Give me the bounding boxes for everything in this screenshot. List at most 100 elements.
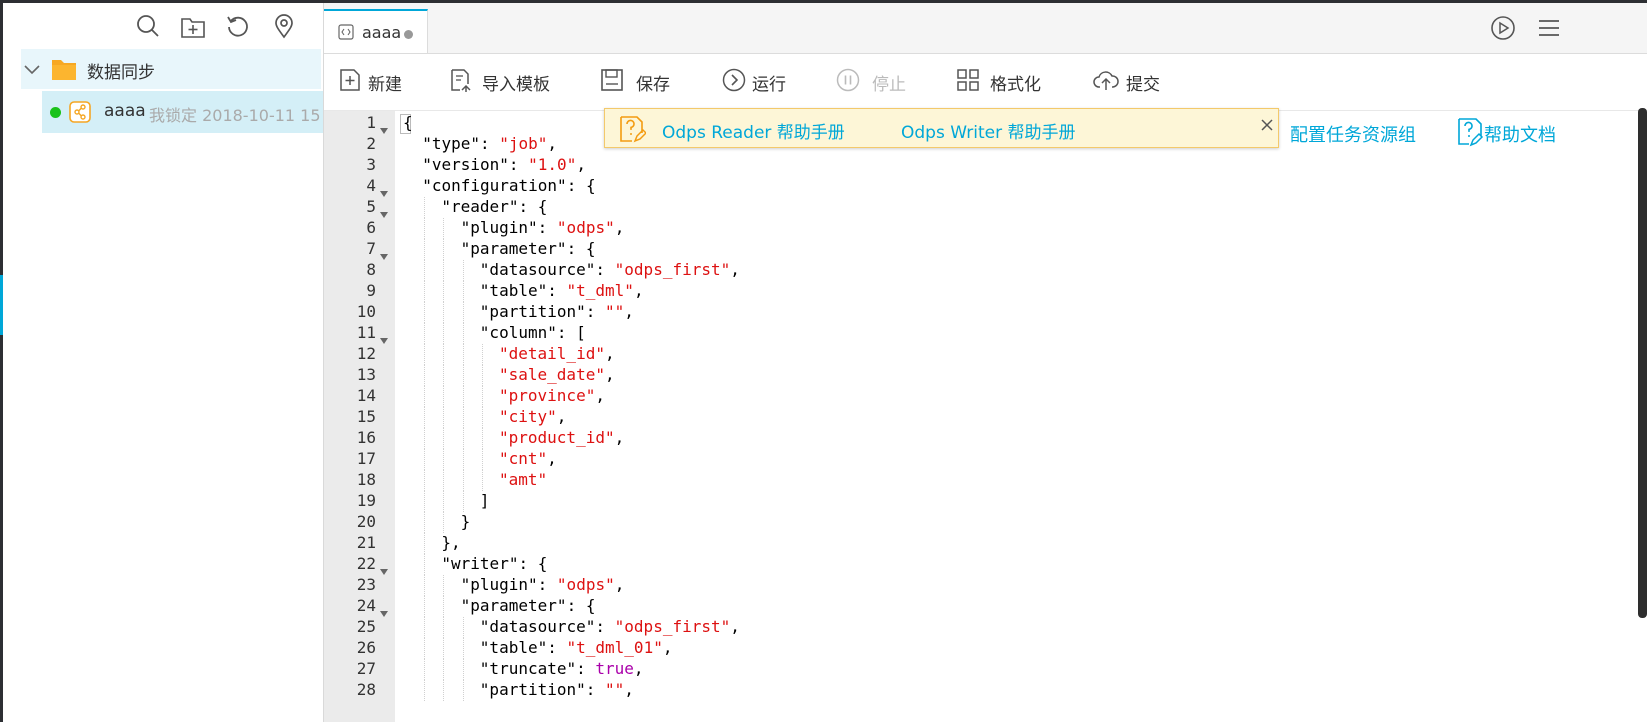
line-number: 5 (366, 197, 376, 216)
indent-guide (424, 575, 426, 596)
save-icon (600, 68, 624, 92)
new-folder-icon[interactable] (180, 13, 206, 39)
code-line[interactable]: "cnt", (499, 449, 557, 470)
code-token: : (479, 134, 500, 153)
code-line[interactable]: ] (480, 491, 490, 512)
fold-arrow-icon[interactable] (379, 204, 389, 218)
code-line[interactable]: "datasource": "odps_first", (480, 260, 740, 281)
fold-arrow-icon[interactable] (379, 120, 389, 134)
code-line[interactable]: "amt" (499, 470, 547, 491)
code-line[interactable]: "datasource": "odps_first", (480, 617, 740, 638)
fold-arrow-icon[interactable] (379, 603, 389, 617)
sidebar-toolbar (3, 3, 323, 43)
search-icon[interactable] (135, 13, 161, 39)
code-line[interactable]: "table": "t_dml", (480, 281, 644, 302)
indent-guide (462, 302, 464, 323)
indent-guide (481, 407, 483, 428)
tree-folder-data-sync[interactable]: 数据同步 (21, 49, 321, 89)
line-number: 25 (356, 617, 376, 636)
code-line[interactable]: "product_id", (499, 428, 624, 449)
code-line[interactable]: } (461, 512, 471, 533)
code-line[interactable]: "parameter": { (461, 596, 596, 617)
code-editor[interactable]: 1 2 3 4 5 6 7 8 9 10 11 12 13 14 15 16 17 18 19 20 21 22 23 24 2… (324, 111, 1647, 722)
format-button-label: 格式化 (990, 75, 1041, 95)
fold-arrow-icon[interactable] (379, 561, 389, 575)
code-line[interactable]: "column": [ (480, 323, 586, 344)
code-line[interactable]: "partition": "", (480, 680, 634, 701)
indent-guide (443, 218, 445, 239)
menu-icon[interactable] (1536, 15, 1562, 41)
indent-guide (424, 260, 426, 281)
code-line[interactable]: "writer": { (441, 554, 547, 575)
code-token: : (547, 281, 567, 300)
indent-guide (462, 260, 464, 281)
tab-aaaa[interactable]: aaaa (324, 9, 428, 53)
locate-icon[interactable] (271, 13, 297, 39)
code-token: , (604, 344, 615, 363)
fold-arrow-icon[interactable] (379, 183, 389, 197)
code-line[interactable]: "plugin": "odps", (461, 218, 625, 239)
code-token: , (595, 386, 605, 405)
code-line[interactable]: "sale_date", (499, 365, 615, 386)
code-token: : { (518, 197, 548, 216)
code-token: , (730, 260, 740, 279)
code-line[interactable]: { (403, 113, 413, 134)
code-line[interactable]: "table": "t_dml_01", (480, 638, 673, 659)
code-line[interactable]: "detail_id", (499, 344, 615, 365)
indent-guide (443, 239, 445, 260)
code-line[interactable]: "configuration": { (422, 176, 595, 197)
line-number: 15 (356, 407, 376, 426)
code-token: : (537, 218, 557, 237)
code-line[interactable]: "city", (499, 407, 566, 428)
code-line[interactable]: "partition": "", (480, 302, 634, 323)
line-number: 6 (366, 218, 376, 237)
indent-guide (462, 407, 464, 428)
tab-label: aaaa (362, 23, 402, 42)
indent-guide (424, 554, 426, 575)
odps-reader-help-link[interactable]: Odps Reader 帮助手册 (662, 118, 845, 143)
tree-item-aaaa[interactable]: aaaa 我锁定 2018-10-11 15 (42, 91, 323, 133)
code-token: "plugin" (460, 575, 538, 594)
indent-guide (443, 428, 445, 449)
play-circle-icon[interactable] (1490, 15, 1516, 41)
code-line[interactable]: "plugin": "odps", (461, 575, 625, 596)
code-token: : (576, 659, 596, 678)
code-token: "configuration" (422, 176, 567, 195)
help-doc-link[interactable]: 帮助文档 (1484, 121, 1556, 147)
new-button-label: 新建 (368, 75, 402, 95)
code-token: "column" (479, 323, 557, 342)
code-line[interactable]: "type": "job", (422, 134, 557, 155)
import-icon (448, 68, 472, 92)
help-document-icon (618, 115, 648, 143)
code-line[interactable]: "truncate": true, (480, 659, 644, 680)
code-line[interactable]: "version": "1.0", (422, 155, 586, 176)
fold-arrow-icon[interactable] (379, 246, 389, 260)
fold-arrow-icon[interactable] (379, 330, 389, 344)
code-token: "version" (422, 155, 509, 174)
refresh-icon[interactable] (225, 13, 251, 39)
chevron-down-icon[interactable] (23, 61, 41, 79)
indent-guide (462, 428, 464, 449)
code-token: "plugin" (460, 218, 538, 237)
code-line[interactable]: "reader": { (441, 197, 547, 218)
unsaved-dot-icon[interactable] (404, 30, 413, 39)
code-line[interactable]: "province", (499, 386, 605, 407)
indent-guide (462, 491, 464, 512)
boolean-token: true (595, 659, 634, 678)
string-token: "city" (499, 407, 557, 426)
help-doc-icon[interactable] (1456, 117, 1484, 147)
code-line[interactable]: "parameter": { (461, 239, 596, 260)
indent-guide (462, 344, 464, 365)
indent-guide (424, 386, 426, 407)
vertical-scrollbar[interactable] (1638, 108, 1647, 618)
close-icon[interactable] (1259, 117, 1275, 133)
code-line[interactable]: }, (441, 533, 460, 554)
indent-guide (443, 281, 445, 302)
line-number: 21 (356, 533, 376, 552)
line-number: 1 (366, 113, 376, 132)
indent-guide (424, 512, 426, 533)
indent-guide (424, 218, 426, 239)
indent-guide (443, 365, 445, 386)
configure-resource-group-link[interactable]: 配置任务资源组 (1290, 121, 1416, 147)
odps-writer-help-link[interactable]: Odps Writer 帮助手册 (901, 118, 1076, 143)
